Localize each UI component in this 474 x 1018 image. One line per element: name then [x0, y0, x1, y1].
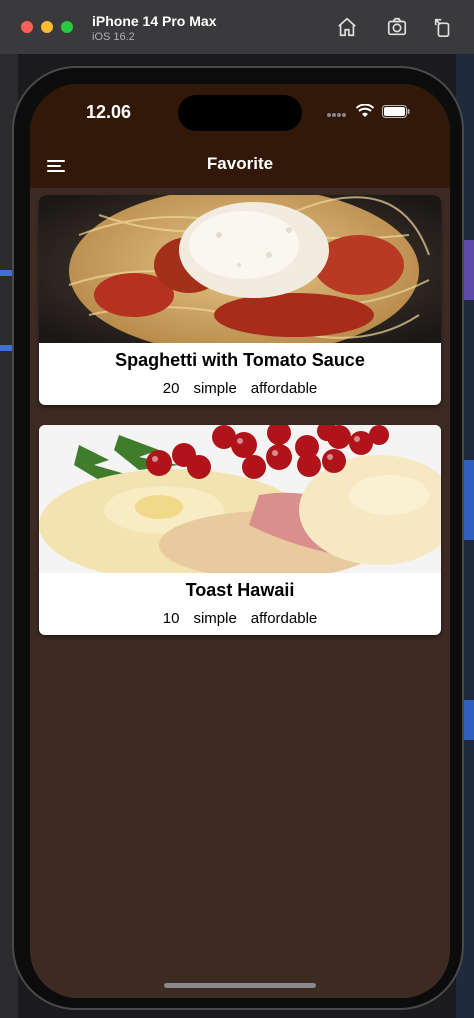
- zoom-window-button[interactable]: [61, 21, 73, 33]
- simulator-title-bar: iPhone 14 Pro Max iOS 16.2: [0, 0, 474, 54]
- app-bar: Favorite: [30, 144, 450, 188]
- home-icon[interactable]: [336, 16, 358, 38]
- meal-duration: 10: [162, 610, 180, 627]
- signal-dots-icon: [326, 105, 348, 123]
- meal-complexity: simple: [193, 380, 237, 397]
- background-accent: [464, 240, 474, 300]
- screenshot-icon[interactable]: [386, 16, 408, 38]
- meal-meta: 10 simple affordable: [39, 610, 441, 627]
- favorites-list: Spaghetti with Tomato Sauce 20 simple af…: [30, 188, 450, 998]
- spaghetti-image: [39, 195, 441, 343]
- dynamic-island: [178, 95, 302, 131]
- rotate-icon[interactable]: [432, 16, 454, 38]
- wifi-icon: [355, 103, 375, 123]
- os-version: iOS 16.2: [92, 31, 135, 43]
- status-time: 12.06: [86, 102, 132, 122]
- background-accent: [464, 700, 474, 740]
- home-indicator[interactable]: [164, 983, 316, 988]
- meal-title: Spaghetti with Tomato Sauce: [115, 350, 365, 370]
- meal-card[interactable]: Toast Hawaii 10 simple affordable: [39, 425, 441, 635]
- meal-duration: 20: [162, 380, 180, 397]
- meal-card[interactable]: Spaghetti with Tomato Sauce 20 simple af…: [39, 195, 441, 405]
- meal-complexity: simple: [193, 610, 237, 627]
- toast-hawaii-image: [39, 425, 441, 573]
- meal-affordability: affordable: [250, 610, 318, 627]
- battery-icon: [382, 104, 410, 123]
- meal-meta: 20 simple affordable: [39, 380, 441, 397]
- meal-affordability: affordable: [250, 380, 318, 397]
- device-screen: 12.06 Favorite Spaghetti with Tomato Sau…: [30, 84, 450, 998]
- meal-title: Toast Hawaii: [185, 580, 295, 600]
- status-bar: 12.06: [30, 84, 450, 144]
- close-window-button[interactable]: [21, 21, 33, 33]
- device-name: iPhone 14 Pro Max: [92, 13, 217, 29]
- page-title: Favorite: [206, 154, 274, 173]
- background-accent: [464, 460, 474, 540]
- minimize-window-button[interactable]: [41, 21, 53, 33]
